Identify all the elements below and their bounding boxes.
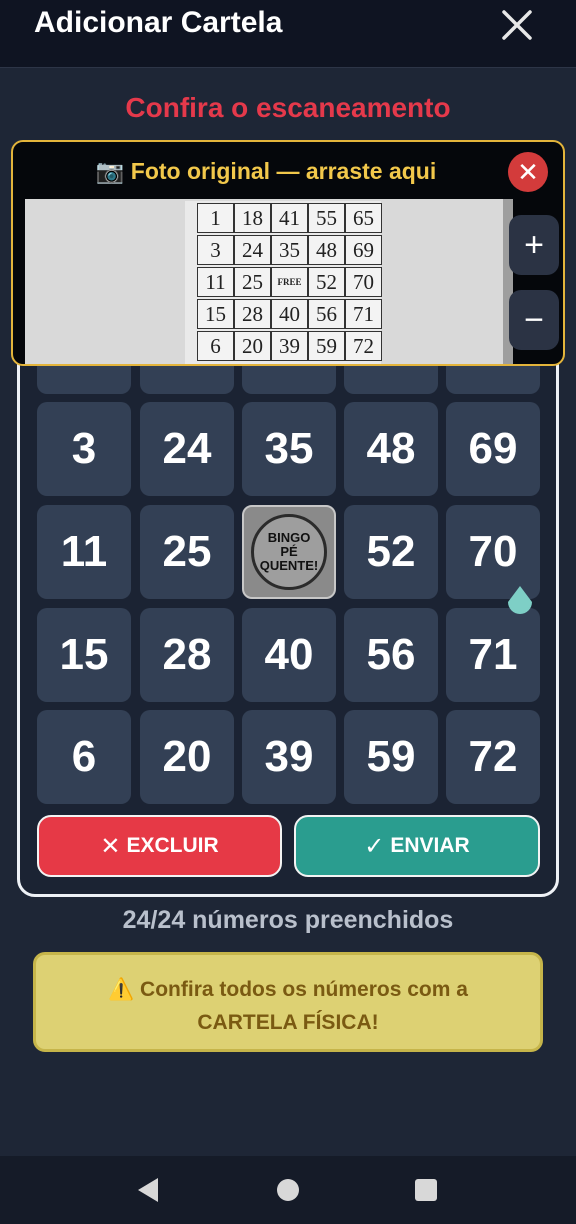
warning-line-2: CARTELA FÍSICA! [197,1011,379,1034]
logo-line-2: PÉ QUENTE! [259,544,319,573]
close-photo-button[interactable]: ✕ [508,152,548,192]
card-cell[interactable]: 20 [140,710,234,804]
photo-cell: 56 [308,299,345,329]
card-cell[interactable]: 6 [37,710,131,804]
photo-cell: 11 [197,267,234,297]
photo-cell: 48 [308,235,345,265]
card-cell[interactable]: 48 [344,402,438,496]
photo-cell: 72 [345,331,382,361]
card-cell[interactable]: 24 [140,402,234,496]
photo-cell: 18 [234,203,271,233]
card-cell[interactable]: 15 [37,608,131,702]
card-cell[interactable]: 71 [446,608,540,702]
check-icon: ✓ [364,832,385,860]
card-cell[interactable]: 72 [446,710,540,804]
photo-cell: 25 [234,267,271,297]
card-cell[interactable]: 25 [140,505,234,599]
text-cursor-handle-icon[interactable] [506,586,534,618]
send-button[interactable]: ✓ ENVIAR [294,815,540,877]
photo-cell: 71 [345,299,382,329]
photo-cell: 24 [234,235,271,265]
photo-cell: 41 [271,203,308,233]
card-cell[interactable]: 40 [242,608,336,702]
photo-cell: 39 [271,331,308,361]
card-cell-hidden[interactable] [140,366,234,394]
photo-cell: 35 [271,235,308,265]
delete-button[interactable]: ✕ EXCLUIR [37,815,282,877]
card-cell-hidden[interactable] [242,366,336,394]
home-icon[interactable] [277,1179,299,1201]
card-cell-hidden[interactable] [344,366,438,394]
photo-cell: 52 [308,267,345,297]
card-cell[interactable]: 39 [242,710,336,804]
card-cell[interactable]: 28 [140,608,234,702]
page-title: Adicionar Cartela [34,6,283,39]
warning-line-1: ⚠️ Confira todos os números com a [108,978,468,1001]
card-cell[interactable]: 52 [344,505,438,599]
scan-review-heading: Confira o escaneamento [125,92,451,123]
photo-cell: 15 [197,299,234,329]
card-cell[interactable]: 11 [37,505,131,599]
photo-cell: 20 [234,331,271,361]
close-icon[interactable] [498,6,536,44]
card-cell[interactable]: 59 [344,710,438,804]
zoom-in-button[interactable]: + [509,215,559,275]
photo-cell: 55 [308,203,345,233]
bingo-pe-quente-logo: BINGO PÉ QUENTE! [251,514,327,590]
photo-cell: 3 [197,235,234,265]
back-icon[interactable] [136,1176,160,1204]
card-cell[interactable]: 70 [446,505,540,599]
zoom-out-button[interactable]: − [509,290,559,350]
photo-free-cell: FREE [271,267,308,297]
photo-cell: 65 [345,203,382,233]
filled-count: 24/24 números preenchidos [122,906,454,934]
card-cell[interactable]: 56 [344,608,438,702]
card-cell[interactable]: 3 [37,402,131,496]
logo-line-1: BINGO [267,530,311,545]
photo-cell: 1 [197,203,234,233]
close-icon: ✕ [100,832,121,860]
photo-cell: 59 [308,331,345,361]
photo-cell: 70 [345,267,382,297]
photo-cell: 28 [234,299,271,329]
photo-cell: 6 [197,331,234,361]
app-header: Adicionar Cartela [0,0,576,68]
photo-cell: 40 [271,299,308,329]
photo-cell: 69 [345,235,382,265]
system-nav-bar [0,1156,576,1224]
card-cell-hidden[interactable] [37,366,131,394]
recent-apps-icon[interactable] [415,1179,437,1201]
photo-card-grid: 1 18 41 55 65 3 24 35 48 69 11 25 FREE 5… [185,201,382,364]
scanned-card-photo: 1 18 41 55 65 3 24 35 48 69 11 25 FREE 5… [25,199,513,364]
send-button-label: ENVIAR [390,834,470,857]
original-photo-panel[interactable]: 📷 Foto original — arraste aqui ✕ 1 18 41… [11,140,565,366]
card-cell[interactable]: 35 [242,402,336,496]
free-space-cell: BINGO PÉ QUENTE! [242,505,336,599]
photo-panel-title[interactable]: 📷 Foto original — arraste aqui [13,158,519,185]
card-cell-hidden[interactable] [446,366,540,394]
warning-banner: ⚠️ Confira todos os números com a CARTEL… [33,952,543,1052]
delete-button-label: EXCLUIR [126,834,219,857]
card-cell[interactable]: 69 [446,402,540,496]
